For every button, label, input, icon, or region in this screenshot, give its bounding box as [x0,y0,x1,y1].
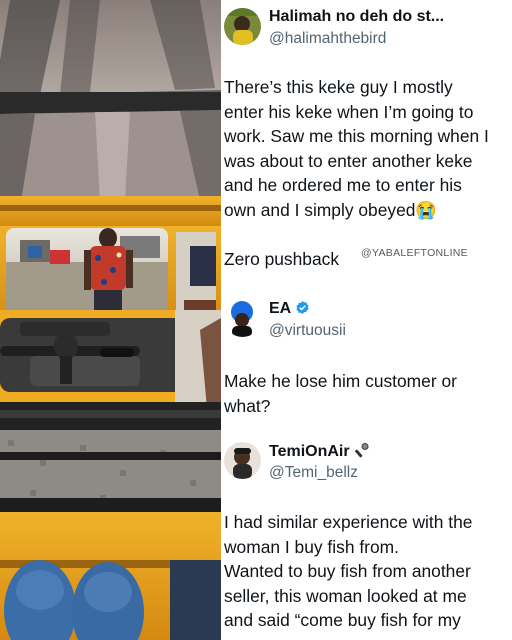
tweet-line: seller, this woman looked at me [224,585,467,606]
tweet-line: Wanted to buy fish from another [224,561,471,582]
user-handle[interactable]: @Temi_bellz [269,464,358,482]
display-name-text: EA [269,300,292,317]
keke-interior-photo [0,0,221,640]
display-name-text: TemiOnAir [269,443,350,460]
tweet-line: work. Saw me this morning when I [224,126,489,147]
tweet-line: own and I simply obeyed😭 [224,199,438,220]
tweet-thread: Halimah no deh do st... @halimahthebird … [221,0,512,640]
watermark: @YABALEFTONLINE [361,247,468,259]
tweet-line: I had similar experience with the [224,512,473,532]
tweet-line: enter his keke when I’m going to [224,101,474,122]
avatar-image-icon [224,300,261,337]
tweet-line: and said “come buy fish for my [224,610,461,631]
avatar[interactable] [224,300,261,337]
avatar[interactable] [224,442,261,479]
tweet-line: woman I buy fish from. [224,536,399,557]
tweet-line: what? [224,395,271,416]
tweet-text: Make he lose him customer or what? [224,369,508,418]
tweet-text: I had similar experience with the woman … [224,510,508,633]
avatar-image-icon [224,442,261,479]
display-name[interactable]: TemiOnAir [269,442,509,463]
tweet-line: Make he lose him customer or [224,371,457,391]
display-name[interactable]: Halimah no deh do st... [269,8,509,26]
tweet-line: There’s this keke guy I mostly [224,77,453,97]
user-handle[interactable]: @virtuousii [269,322,346,340]
display-name[interactable]: EA [269,300,509,320]
keke-interior-illustration [0,0,221,640]
avatar[interactable] [224,8,261,45]
user-handle[interactable]: @halimahthebird [269,30,386,48]
tweet-line [224,223,508,248]
tweet-line: was about to enter another keke [224,150,473,171]
microphone-icon [354,442,370,463]
tweet-text: There’s this keke guy I mostly enter his… [224,75,508,272]
tweet-line: and he ordered me to enter his [224,175,462,196]
avatar-image-icon [224,8,261,45]
verified-badge-icon [295,300,310,320]
